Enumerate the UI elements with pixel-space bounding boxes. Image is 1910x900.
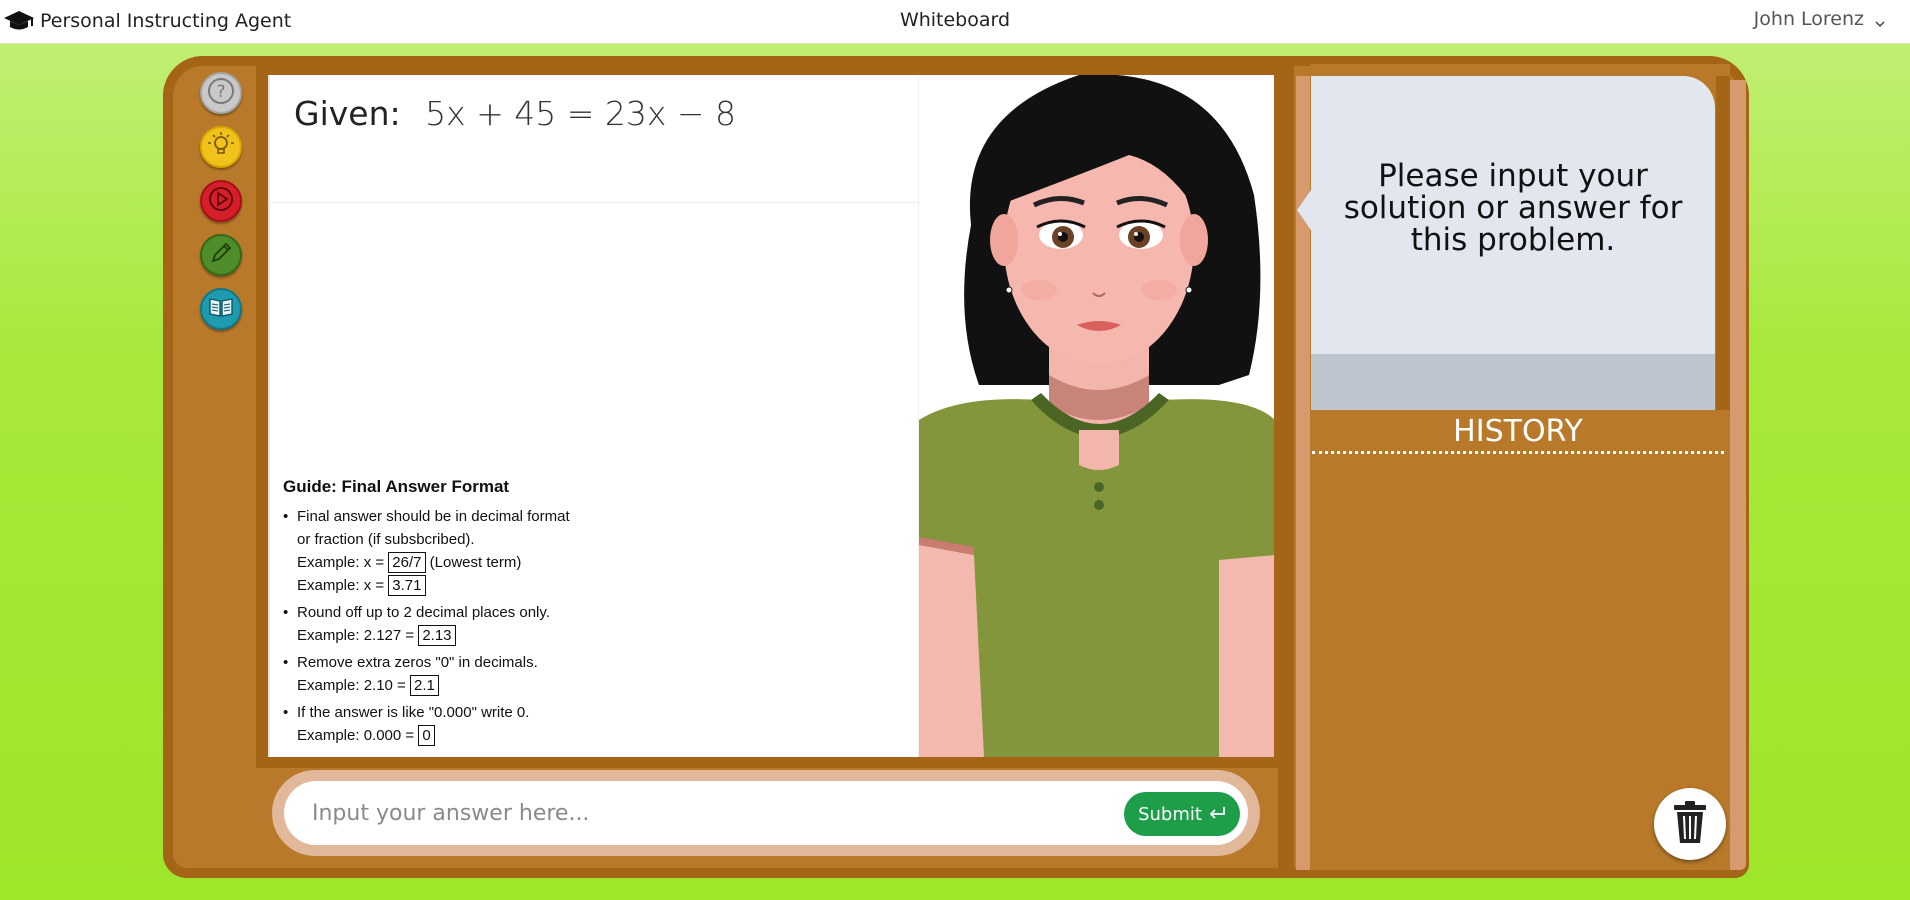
example-answer-box: 3.71: [388, 575, 426, 596]
trash-icon: [1670, 799, 1710, 849]
top-bar: Personal Instructing Agent Whiteboard Jo…: [0, 0, 1910, 44]
clear-history-button[interactable]: [1654, 788, 1726, 860]
lightbulb-icon: [207, 131, 235, 163]
given-problem: Given: 5x + 45 = 23x − 8: [294, 94, 736, 133]
help-button[interactable]: ?: [200, 72, 242, 114]
example-answer-box: 26/7: [388, 552, 426, 573]
pencil-icon: [208, 240, 234, 270]
question-icon: ?: [206, 76, 236, 110]
play-icon: [207, 185, 235, 217]
given-label: Given:: [294, 94, 401, 133]
speech-pointer: [1297, 190, 1311, 230]
whiteboard-ledge: [256, 758, 1278, 768]
list-item: Final answer should be in decimal format…: [283, 505, 623, 597]
brand[interactable]: Personal Instructing Agent: [2, 6, 291, 36]
chevron-down-icon: [1874, 13, 1886, 28]
hint-button[interactable]: [200, 126, 242, 168]
panel-divider: [1278, 64, 1294, 870]
book-icon: [207, 294, 235, 324]
divider: [268, 202, 918, 203]
app-title: Personal Instructing Agent: [40, 10, 292, 32]
graduation-cap-icon: [2, 6, 36, 36]
guide-list: Final answer should be in decimal format…: [283, 505, 623, 747]
panel-edge: [1716, 76, 1730, 410]
svg-text:?: ?: [216, 82, 225, 102]
list-item: If the answer is like "0.000" write 0. E…: [283, 701, 623, 747]
draw-button[interactable]: [200, 234, 242, 276]
history-divider: [1312, 451, 1724, 454]
answer-format-guide: Guide: Final Answer Format Final answer …: [283, 477, 623, 751]
board-edge: [1730, 80, 1746, 870]
tutor-message: Please input your solution or answer for…: [1343, 158, 1683, 258]
example-answer-box: 2.1: [409, 675, 439, 696]
example-answer-box: 0: [418, 725, 435, 746]
user-name: John Lorenz: [1753, 8, 1864, 30]
list-item: Remove extra zeros "0" in decimals. Exam…: [283, 651, 623, 697]
example-answer-box: 2.13: [418, 625, 456, 646]
answer-input[interactable]: [284, 781, 1248, 845]
user-menu[interactable]: John Lorenz: [1754, 8, 1886, 30]
guide-title: Guide: Final Answer Format: [283, 477, 510, 496]
history-heading: HISTORY: [1453, 414, 1583, 449]
lesson-button[interactable]: [200, 288, 242, 330]
submit-button[interactable]: Submit: [1124, 792, 1240, 836]
list-item: Round off up to 2 decimal places only. E…: [283, 601, 623, 647]
video-button[interactable]: [200, 180, 242, 222]
enter-icon: [1208, 804, 1226, 825]
tutor-avatar: [918, 75, 1274, 757]
given-equation: 5x + 45 = 23x − 8: [425, 94, 737, 133]
